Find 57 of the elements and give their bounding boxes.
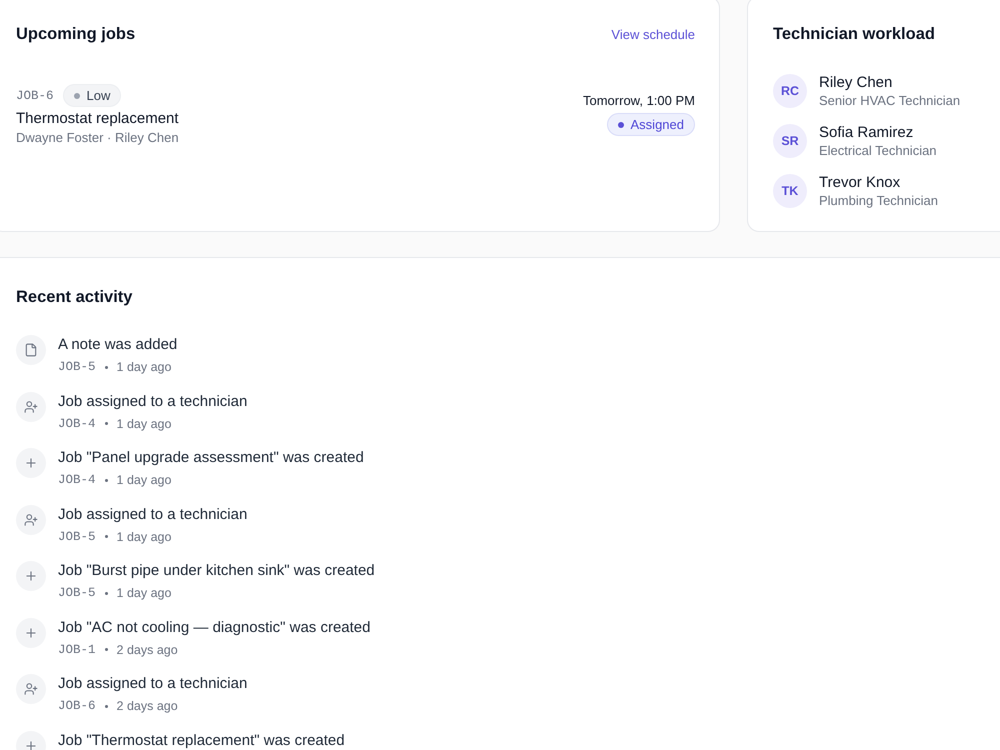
plus-icon (16, 561, 46, 591)
technician-name: Riley Chen (819, 73, 894, 92)
activity-text: Job "Panel upgrade assessment" was created (58, 450, 364, 466)
file-icon (16, 335, 46, 365)
bullet-icon (104, 366, 108, 368)
job-id: JOB-1 (58, 642, 96, 658)
activity-text: Job assigned to a technician (58, 506, 248, 522)
section-title: Recent activity (16, 287, 134, 308)
plus-icon (16, 448, 46, 478)
job-time: Tomorrow, 1:00 PM (583, 92, 695, 110)
technician-role: Plumbing Technician (819, 192, 938, 209)
activity-time: 1 day ago (116, 416, 172, 432)
activity-text: A note was added (58, 337, 178, 353)
status-dot-icon (74, 92, 80, 98)
activity-text: Job assigned to a technician (58, 394, 248, 410)
technician-role: Senior HVAC Technician (819, 92, 960, 109)
activity-time: 1 day ago (116, 585, 172, 602)
bullet-icon (104, 704, 108, 708)
avatar-initials: RC (773, 74, 807, 108)
status-dot-icon (618, 122, 624, 128)
bullet-icon (104, 422, 108, 425)
job-people: Dwayne Foster · Riley Chen (16, 129, 179, 147)
activity-time: 2 days ago (116, 642, 178, 658)
job-id: JOB-6 (58, 698, 96, 715)
activity-text: Job assigned to a technician (58, 676, 248, 692)
activity-time: 1 day ago (116, 472, 172, 489)
activity-text: Job "AC not cooling — diagnostic" was created (58, 620, 370, 636)
job-id: JOB-5 (58, 359, 96, 376)
user-plus-icon (16, 392, 46, 422)
view-schedule-link[interactable]: View schedule (611, 26, 695, 42)
plus-icon (16, 618, 46, 648)
bullet-icon (104, 648, 108, 651)
user-plus-icon (16, 504, 46, 534)
job-id: JOB-4 (58, 472, 96, 489)
job-id: JOB-4 (58, 416, 96, 432)
job-id: JOB-5 (58, 585, 96, 602)
activity-time: 1 day ago (116, 359, 172, 376)
avatar-initials: TK (773, 174, 807, 208)
activity-time: 1 day ago (116, 528, 172, 546)
status-badge: Assigned (606, 113, 695, 136)
activity-time: 2 days ago (116, 698, 178, 715)
activity-text: Job "Burst pipe under kitchen sink" was created (58, 563, 375, 579)
bullet-icon (104, 478, 108, 482)
job-id: JOB-6 (16, 88, 54, 102)
priority-badge: Low (62, 84, 122, 107)
card-title: Technician workload (773, 24, 936, 45)
technician-name: Sofia Ramirez (819, 123, 914, 142)
technician-role: Electrical Technician (819, 142, 937, 159)
user-plus-icon (16, 674, 46, 704)
job-id: JOB-5 (58, 528, 96, 546)
avatar-initials: SR (773, 124, 807, 158)
bullet-icon (104, 592, 108, 594)
job-title: Thermostat replacement (16, 109, 179, 129)
card-title: Upcoming jobs (16, 24, 136, 45)
technician-name: Trevor Knox (819, 173, 902, 192)
activity-text: Job "Thermostat replacement" was created (58, 732, 345, 748)
bullet-icon (104, 535, 108, 538)
